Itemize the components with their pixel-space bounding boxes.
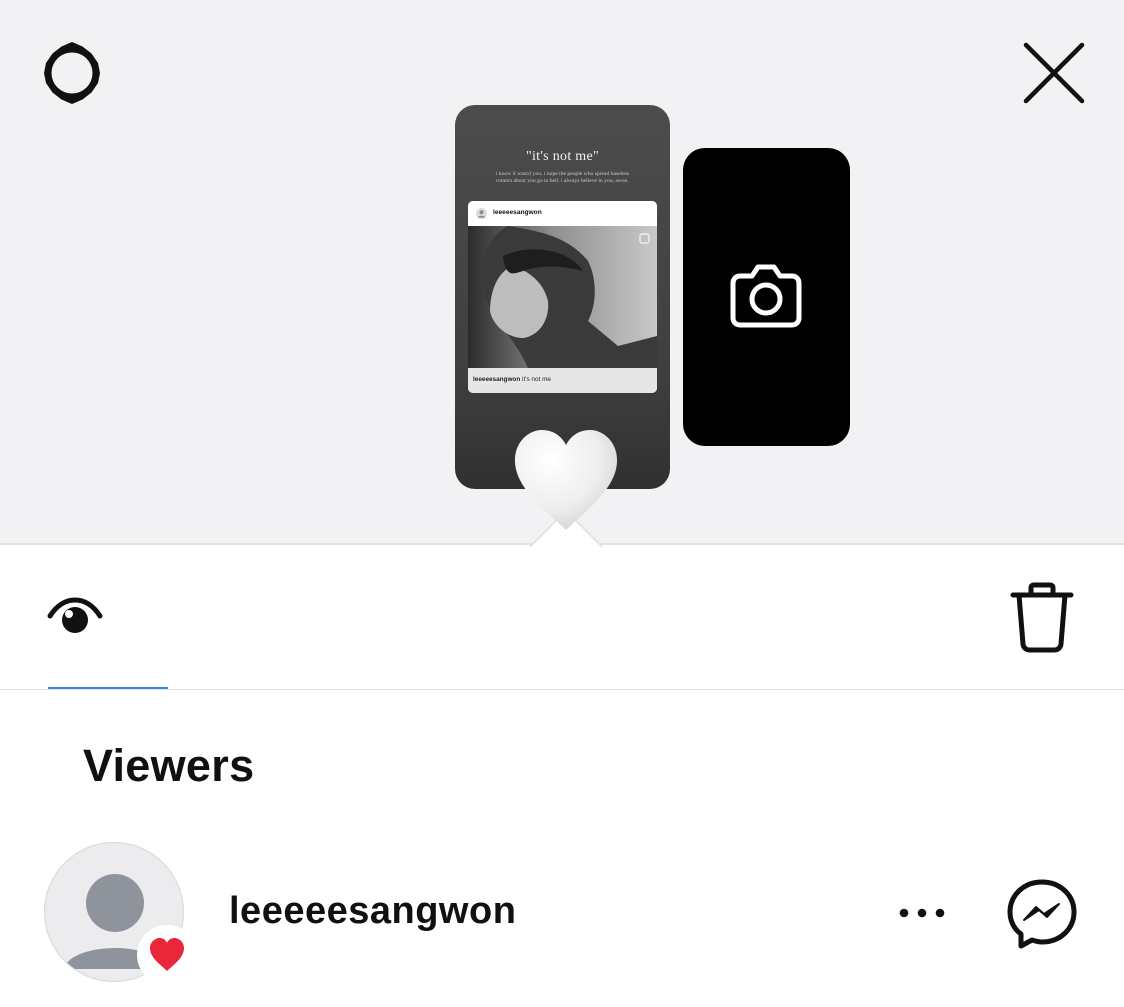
close-icon [1023,42,1085,104]
reaction-badge [137,925,197,985]
eye-icon [47,597,103,633]
story-quote-title: "it's not me" [525,149,600,164]
post-username: leeeeesangwon [493,209,542,216]
tab-divider [0,689,1124,690]
add-story-card[interactable] [683,148,850,446]
heart-icon [514,430,618,530]
post-avatar-icon [476,208,487,219]
heart-icon [150,938,184,971]
message-button[interactable] [1004,876,1080,952]
more-icon [899,908,945,918]
messenger-icon [1007,879,1077,949]
shared-post[interactable]: leeeeesangwon leeeeesangwon it's not me [468,201,657,393]
post-photo [468,226,657,368]
viewers-heading: Viewers [83,740,255,791]
story-quote-subtitle: i know it wasn't you. i hope the people … [495,171,630,184]
trash-icon [1010,582,1074,653]
reaction-heart [510,426,622,534]
post-caption: leeeeesangwon it's not me [468,368,657,393]
settings-button[interactable] [36,37,108,109]
post-caption-text: it's not me [520,376,551,383]
post-header: leeeeesangwon [468,201,657,226]
tab-viewers[interactable] [44,590,106,646]
viewer-username[interactable]: leeeeesangwon [229,890,516,933]
camera-icon [730,264,802,328]
delete-button[interactable] [1008,580,1076,656]
close-button[interactable] [1018,37,1090,109]
gear-icon [44,42,100,104]
viewer-row[interactable]: leeeeesangwon [0,836,1124,996]
more-options-button[interactable] [894,900,950,926]
post-caption-username: leeeeesangwon [473,376,521,383]
